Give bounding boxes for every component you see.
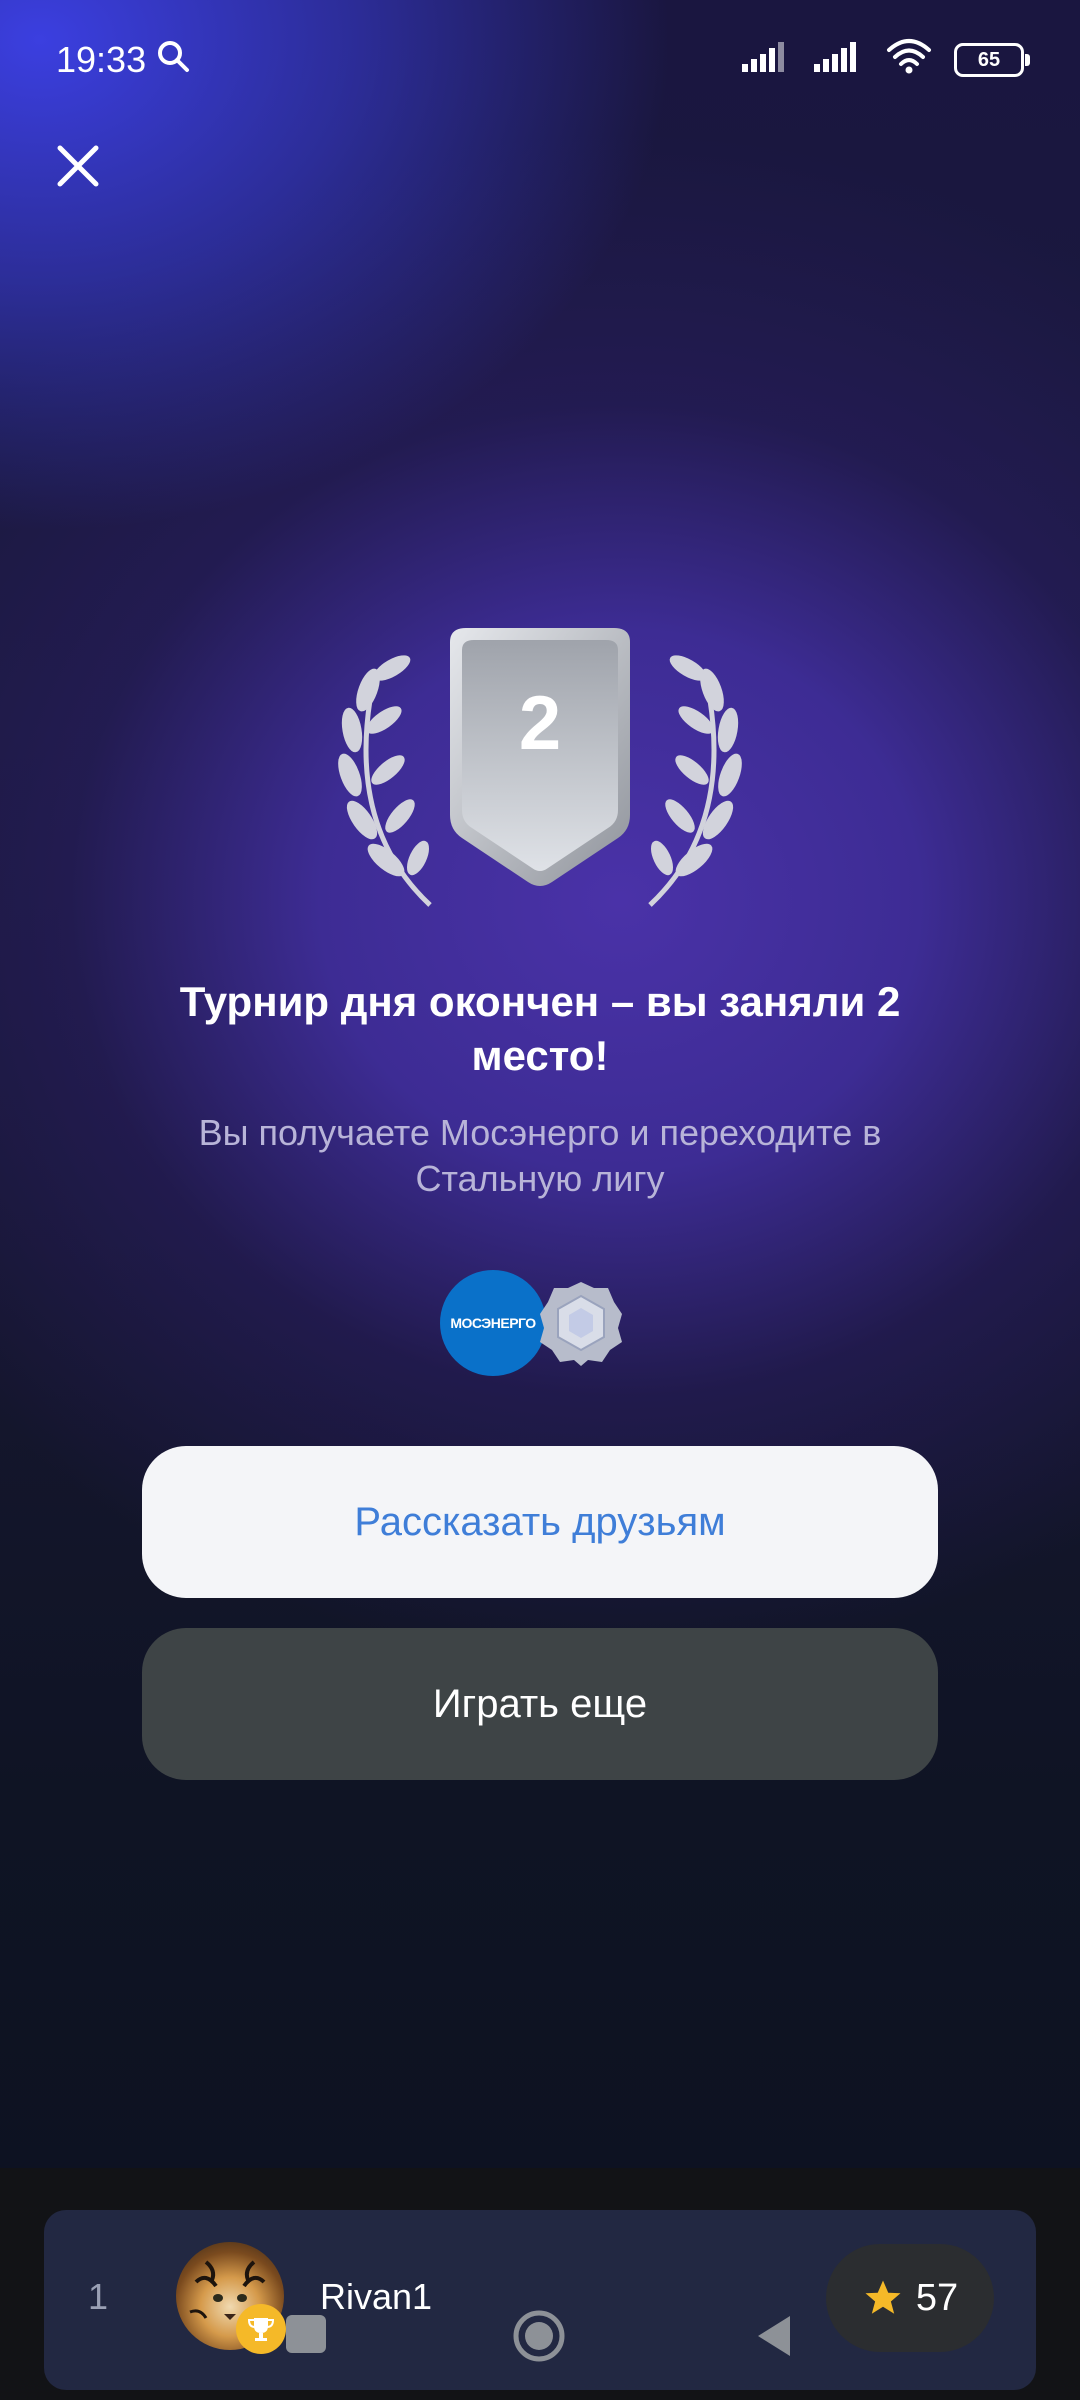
result-subtitle: Вы получаете Мосэнерго и переходите в Ст… [198,1112,882,1199]
sponsor-logo-text: МОСЭНЕРГО [450,1315,536,1331]
wifi-icon [886,38,932,83]
play-button-label: Играть еще [432,1681,648,1726]
back-button[interactable] [752,2312,796,2360]
status-right: 65 [742,38,1030,83]
search-icon [156,39,190,82]
battery-level: 65 [977,48,1001,71]
recent-apps-button[interactable] [286,2315,326,2353]
steel-league-badge-icon [540,1282,622,1366]
status-bar: 19:33 65 [0,0,1080,120]
mosenergo-logo: МОСЭНЕРГО [440,1270,546,1376]
status-left: 19:33 [56,39,190,82]
trophy-icon [236,2304,286,2354]
back-triangle-icon [758,2316,790,2356]
signal-icon [742,39,792,81]
share-button-label: Рассказать друзьям [354,1499,726,1544]
score-badge: 57 [826,2244,994,2352]
score-value: 57 [915,2276,959,2319]
close-icon [57,145,99,187]
home-button[interactable] [512,2309,566,2363]
place-number: 2 [518,681,562,766]
share-with-friends-button[interactable]: Рассказать друзьям [142,1446,938,1598]
leaderboard-rank: 1 [88,2276,109,2317]
place-badge: 2 [320,620,760,910]
result-title: Турнир дня окончен – вы заняли 2 место! [179,978,901,1079]
star-icon [865,2280,901,2314]
home-circle-icon [513,2310,565,2362]
close-button[interactable] [48,136,108,196]
signal-icon-2 [814,39,864,81]
leaderboard-username: Rivan1 [320,2276,433,2317]
play-again-button[interactable]: Играть еще [142,1628,938,1780]
battery-icon: 65 [954,43,1030,77]
rewards-row: МОСЭНЕРГО [440,1268,640,1378]
status-time: 19:33 [56,39,147,80]
